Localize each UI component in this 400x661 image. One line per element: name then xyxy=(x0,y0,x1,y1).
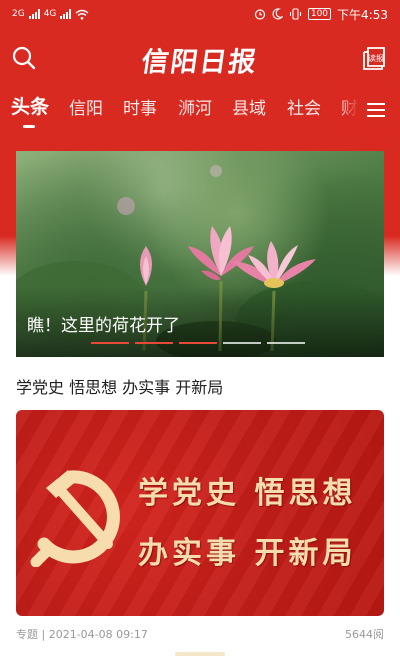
article-meta: 专题 | 2021-04-08 09:17 xyxy=(16,626,148,642)
banner-caption[interactable]: 瞧！这里的荷花开了 xyxy=(27,311,180,336)
signal-icon-2 xyxy=(60,9,72,19)
tab-headlines[interactable]: 头条 xyxy=(11,92,49,119)
tab-finance[interactable]: 财 xyxy=(341,94,358,119)
epaper-button[interactable]: 读报 xyxy=(362,44,390,72)
tab-current-affairs[interactable]: 时事 xyxy=(123,94,157,119)
battery-icon: 100 xyxy=(307,8,332,20)
slogan-line-2: 办实事 开新局 xyxy=(138,536,357,571)
carousel-dot[interactable] xyxy=(91,342,129,344)
carousel-dot[interactable] xyxy=(179,342,217,344)
slogan-line-1: 学党史 悟思想 xyxy=(138,476,357,511)
epaper-label: 读报 xyxy=(368,53,384,63)
article-category: 专题 xyxy=(16,628,38,641)
clock: 下午4:53 xyxy=(337,7,388,22)
wifi-icon xyxy=(75,9,89,19)
tab-county[interactable]: 县域 xyxy=(232,94,266,119)
article-title[interactable]: 学党史 悟思想 办实事 开新局 xyxy=(16,374,223,398)
banner-carousel[interactable]: 瞧！这里的荷花开了 xyxy=(16,151,384,357)
moon-icon xyxy=(272,8,283,20)
carousel-dot[interactable] xyxy=(267,342,305,344)
app-logo: 信阳日报 xyxy=(139,47,260,78)
tab-shihe[interactable]: 浉河 xyxy=(178,94,212,119)
meta-separator: | xyxy=(41,628,49,641)
home-indicator[interactable] xyxy=(175,652,225,656)
signal-label-1: 2G xyxy=(12,8,25,19)
tab-xinyang[interactable]: 信阳 xyxy=(69,94,103,119)
signal-icon xyxy=(28,9,40,19)
hammer-sickle-icon xyxy=(30,470,120,567)
vibrate-icon xyxy=(289,8,301,20)
channel-tabs: 头条 信阳 时事 浉河 县域 社会 财 xyxy=(0,88,400,132)
carousel-dot[interactable] xyxy=(135,342,173,344)
carousel-dot[interactable] xyxy=(223,342,261,344)
tab-society[interactable]: 社会 xyxy=(287,94,321,119)
carousel-indicator xyxy=(91,342,305,344)
article-date: 2021-04-08 09:17 xyxy=(48,628,148,641)
status-bar: 2G 4G 100 下午4:53 xyxy=(0,0,400,28)
lotus-flower-1 xyxy=(188,226,254,280)
lotus-flower-2 xyxy=(232,241,316,288)
menu-icon[interactable] xyxy=(362,95,392,125)
app-header: 信阳日报 读报 xyxy=(0,36,400,80)
alarm-icon xyxy=(254,9,265,20)
active-tab-indicator xyxy=(23,125,35,128)
signal-label-2: 4G xyxy=(43,8,57,19)
article-views: 5644阅 xyxy=(345,628,384,641)
article-thumbnail[interactable]: 学党史 悟思想 办实事 开新局 xyxy=(16,410,384,616)
